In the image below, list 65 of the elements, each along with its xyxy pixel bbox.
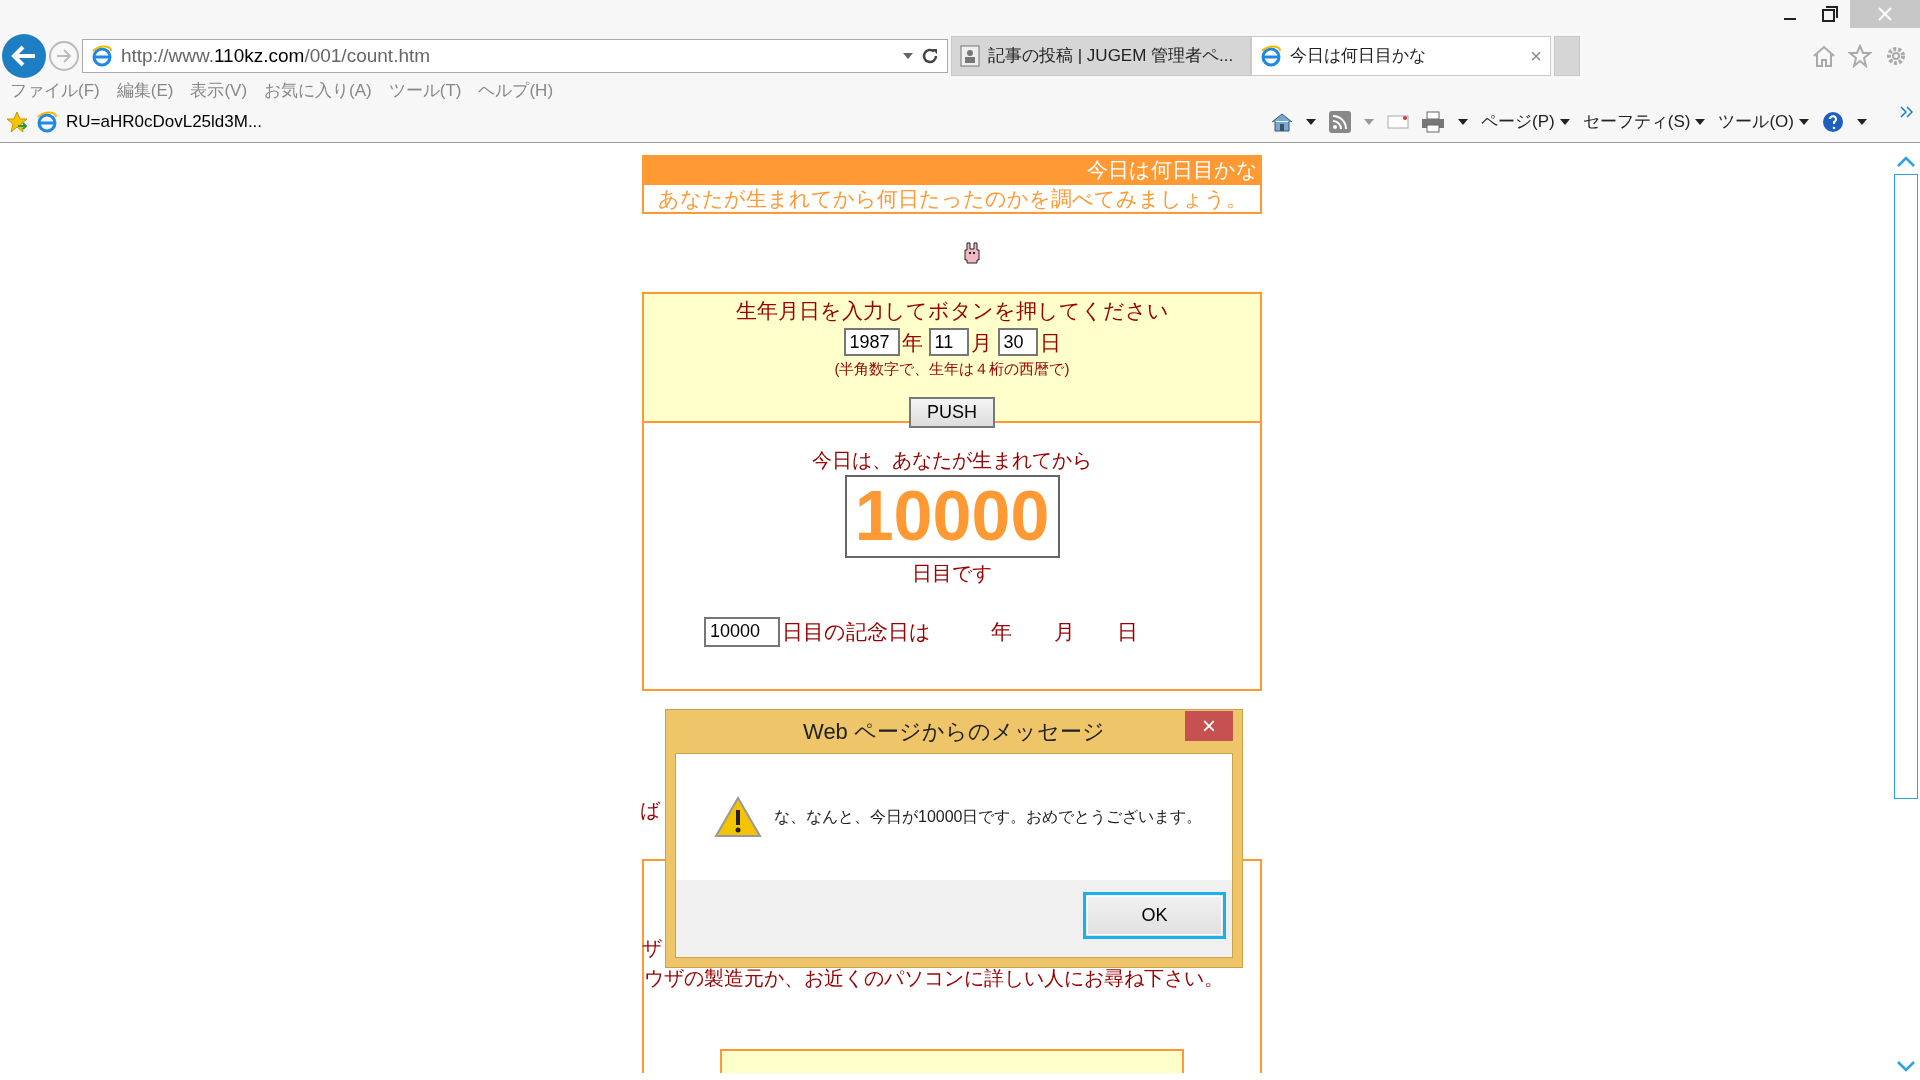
caret-icon[interactable] (1694, 118, 1707, 126)
help-icon[interactable] (1822, 111, 1844, 133)
command-menu[interactable]: ツール(O) (1718, 109, 1794, 135)
date-input[interactable]: 30 (997, 328, 1038, 357)
dropdown-icon[interactable] (903, 53, 913, 59)
dialog-close-button[interactable]: × (1185, 711, 1233, 741)
browser-logo-icon (91, 45, 113, 67)
browser-tab[interactable]: 今日は何日目かな × (1251, 36, 1551, 76)
caret-icon[interactable] (1305, 118, 1318, 126)
form-prompt: 生年月日を入力してボタンを押してください (735, 298, 1169, 324)
ok-button[interactable]: OK (1083, 892, 1226, 939)
caret-icon[interactable] (1798, 118, 1810, 126)
unit-label: 日 (1039, 329, 1061, 356)
notice-text: ウザの製造元か、お近くのパソコンに詳しい人にお尋ね下さい。 (644, 965, 1224, 991)
star-icon[interactable] (1848, 44, 1872, 68)
tab-close-button[interactable]: × (1530, 41, 1542, 71)
feed-icon[interactable] (1329, 111, 1352, 133)
warning-icon (714, 796, 762, 838)
rabbit-icon (963, 242, 981, 264)
favorites-star-icon[interactable] (6, 111, 28, 133)
unit-label: 日 (1117, 619, 1138, 645)
caret-icon[interactable] (1558, 118, 1571, 126)
page-title: 今日は何日目かな (1087, 157, 1258, 184)
tab-title: 今日は何日目かな (1290, 45, 1427, 68)
restore-icon[interactable] (1822, 6, 1838, 22)
scrollbar-thumb[interactable] (1894, 174, 1918, 799)
result-tail: 日目です (912, 561, 992, 586)
page-icon (960, 45, 980, 67)
tab-title: 記事の投稿 | JUGEM 管理者ペ... (988, 45, 1235, 68)
caret-icon[interactable] (1856, 118, 1868, 126)
page-logo-icon (36, 111, 58, 133)
back-arrow-icon (11, 44, 37, 68)
command-menu[interactable]: セーフティ(S) (1582, 109, 1691, 135)
favorite-link[interactable]: RU=aHR0cDovL25ld3M... (66, 109, 263, 135)
push-button[interactable]: PUSH (909, 396, 995, 428)
scroll-down-icon[interactable] (1896, 1060, 1916, 1072)
refresh-icon[interactable] (921, 47, 939, 65)
printer-icon[interactable] (1421, 111, 1446, 133)
browser-logo-icon (1260, 45, 1282, 67)
day-count: 10000 (844, 475, 1060, 558)
dialog-message: な、なんと、今日が10000日です。おめでとうございます。 (774, 807, 1203, 827)
anniversary-label: 日目の記念日は (782, 619, 931, 645)
subtitle: あなたが生まれてから何日たったのかを調べてみましょう。 (657, 185, 1247, 212)
browser-tab[interactable]: 記事の投稿 | JUGEM 管理者ペ... (951, 36, 1251, 76)
mail-icon[interactable] (1387, 114, 1410, 130)
dialog-title: Web ページからのメッセージ (803, 718, 1105, 746)
days-input[interactable]: 10000 (704, 616, 780, 647)
home-icon[interactable] (1271, 112, 1294, 132)
input-note: (半角数字で、生年は４桁の西暦で) (834, 359, 1070, 379)
url-text: http://www.110kz.com/001/count.htm (121, 43, 432, 68)
unit-label: 月 (1054, 619, 1075, 645)
caret-icon[interactable] (1457, 118, 1470, 126)
chevron-icon[interactable] (1900, 106, 1914, 118)
text-fragment: ば (640, 798, 660, 823)
unit-label: 年 (901, 329, 923, 356)
date-input[interactable]: 1987 (843, 328, 900, 357)
command-menu[interactable]: ページ(P) (1481, 109, 1555, 135)
unit-label: 年 (991, 619, 1012, 645)
result-lead: 今日は、あなたが生まれてから (812, 448, 1092, 473)
forward-arrow-icon (56, 49, 72, 63)
date-input[interactable]: 11 (928, 328, 969, 357)
scroll-up-icon[interactable] (1896, 156, 1916, 168)
address-bar[interactable]: http://www.110kz.com/001/count.htm (82, 39, 948, 73)
back-button[interactable] (2, 34, 46, 78)
unit-label: 月 (970, 329, 992, 356)
